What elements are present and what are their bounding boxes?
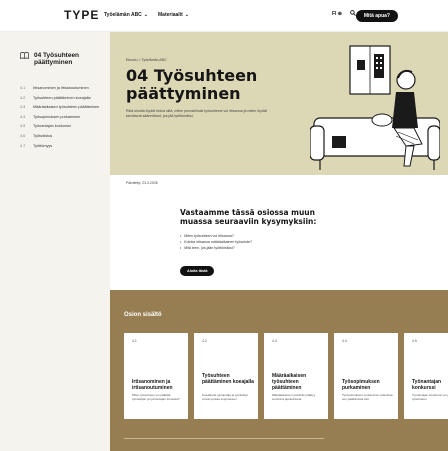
help-button[interactable]: Mitä apua?: [355, 10, 398, 22]
content-card-4-3[interactable]: 4.3 Määräaikaisen työsuhteen päättäminen…: [264, 333, 328, 419]
card-description: Työnantajan konkurssi voi päättää työsuh…: [412, 393, 448, 401]
sidebar-item-koeaika[interactable]: 4.2 Työsuhteen päättäminen koeajalla: [20, 96, 104, 101]
card-number: 4.4: [342, 339, 347, 343]
sidebar-item-label: Työnantajan konkurssi: [33, 124, 71, 129]
published-date: Päivitetty: 23.3.2026: [126, 181, 158, 185]
breadcrumb[interactable]: Etusivu > Työelämän ABC: [126, 58, 167, 62]
sidebar-title-label: 04 Työsuhteen päättyminen: [34, 52, 80, 66]
hero-section: Etusivu > Työelämän ABC 04 Työsuhteen pä…: [110, 32, 448, 175]
sidebar-item-number: 4.3: [20, 105, 26, 110]
language-label: FI: [331, 11, 337, 17]
nav-item-label: Työelämän ABC: [104, 12, 142, 18]
card-title: Irtisanominen ja irtisanoutuminen: [132, 379, 173, 391]
sidebar-item-number: 4.1: [20, 86, 26, 90]
divider: [124, 438, 324, 439]
sidebar-item-number: 4.2: [20, 95, 26, 100]
sidebar-item-label: Irtisanominen ja irtisanoutuminen: [33, 86, 89, 90]
card-number: 4.2: [202, 339, 207, 343]
main-nav: Työelämän ABC ⌄ Materiaalit ⌄: [104, 12, 189, 18]
sidebar-item-label: Työsuhteen päättäminen koeajalla: [33, 95, 91, 100]
section-contents: Osion sisältö 4.1 Irtisanominen ja irtis…: [110, 290, 448, 451]
section-sidebar: 04 Työsuhteen päättyminen 4.1 Irtisanomin…: [0, 32, 110, 451]
card-number: 4.1: [132, 339, 137, 343]
sidebar-item-irtisanominen[interactable]: 4.1 Irtisanominen ja irtisanoutuminen: [20, 86, 104, 91]
sidebar-item-purkaminen[interactable]: 4.4 Työsopimuksen purkaminen: [20, 115, 104, 120]
list-item: Mitä teen, jos jään työttömäksi?: [180, 245, 252, 251]
card-number: 4.5: [412, 339, 417, 343]
language-switch[interactable]: FI ⊕: [332, 11, 342, 17]
card-description: Koeaikana työnantaja ja työntekijä voiva…: [202, 393, 248, 401]
card-description: Miten työsuhteen voi päättää työntekijän…: [132, 393, 180, 401]
start-button[interactable]: Aloita tästä: [180, 266, 215, 276]
sidebar-item-label: Työttömyys: [33, 143, 53, 148]
nav-item-label: Materiaalit: [158, 12, 183, 18]
sidebar-item-label: Työsopimuksen purkaminen: [33, 114, 81, 119]
sidebar-item-number: 4.7: [20, 143, 26, 148]
content-card-4-1[interactable]: 4.1 Irtisanominen ja irtisanoutuminen Mi…: [124, 333, 188, 419]
sidebar-item-konkurssi[interactable]: 4.5 Työnantajan konkurssi: [20, 124, 104, 129]
questions-heading: Vastaamme tässä osiossa muun muassa seur…: [180, 208, 317, 226]
sidebar-item-number: 4.4: [20, 114, 26, 119]
sidebar-item-number: 4.6: [20, 133, 26, 138]
hero-description: Riitä sinulta löydät tietoa siitä, miten…: [126, 109, 267, 118]
sidebar-title[interactable]: 04 Työsuhteen päättyminen: [20, 52, 94, 66]
sidebar-item-tyottomyys[interactable]: 4.7 Työttömyys: [20, 144, 104, 149]
book-icon: [20, 52, 29, 62]
nav-item-tyoelaman-abc[interactable]: Työelämän ABC ⌄: [104, 12, 148, 18]
content-card-4-5[interactable]: 4.5 Työnantajan konkurssi Työnantajan ko…: [404, 333, 448, 419]
card-title: Työsuhteen päättäminen koeajalla: [202, 373, 254, 385]
sidebar-item-label: Työtodistus: [33, 133, 53, 138]
card-description: Työsopimuksen purkaminen tarkoittaa sen …: [342, 393, 393, 401]
chevron-down-icon: ⌄: [143, 12, 148, 18]
sidebar-item-maaraaikainen[interactable]: 4.3 Määräaikaisen työsuhteen päättäminen: [20, 105, 104, 110]
content-card-4-4[interactable]: 4.4 Työsopimuksen purkaminen Työsopimuks…: [334, 333, 398, 419]
contents-heading: Osion sisältö: [124, 312, 162, 318]
page-title: 04 Työsuhteen päättyminen: [126, 66, 258, 103]
questions-list: Miten työsuhteen voi irtisanoa? Kuinka i…: [180, 233, 252, 251]
header-tools: FI ⊕: [332, 10, 356, 18]
sidebar-item-label: Määräaikaisen työsuhteen päättäminen: [33, 105, 100, 110]
content-card-4-2[interactable]: 4.2 Työsuhteen päättäminen koeajalla Koe…: [194, 333, 258, 419]
card-title: Määräaikaisen työsuhteen päättäminen: [272, 373, 307, 391]
nav-item-materiaalit[interactable]: Materiaalit ⌄: [158, 12, 189, 18]
globe-icon: ⊕: [337, 11, 342, 17]
site-header: TYPE Työelämän ABC ⌄ Materiaalit ⌄ FI ⊕ Mi…: [0, 0, 448, 32]
person-on-sofa-illustration: [310, 45, 440, 170]
card-title: Työnantajan konkurssi: [412, 379, 442, 391]
card-number: 4.3: [272, 339, 277, 343]
card-title: Työsopimuksen purkaminen: [342, 379, 380, 391]
sidebar-list: 4.1 Irtisanominen ja irtisanoutuminen 4.2…: [20, 86, 104, 153]
logo[interactable]: TYPE: [64, 8, 99, 22]
chevron-down-icon: ⌄: [184, 12, 189, 18]
sidebar-item-number: 4.5: [20, 124, 26, 129]
sidebar-item-tyotodistus[interactable]: 4.6 Työtodistus: [20, 134, 104, 139]
card-description: Määräaikainen työsuhde päättyy sovittuna…: [272, 393, 316, 401]
